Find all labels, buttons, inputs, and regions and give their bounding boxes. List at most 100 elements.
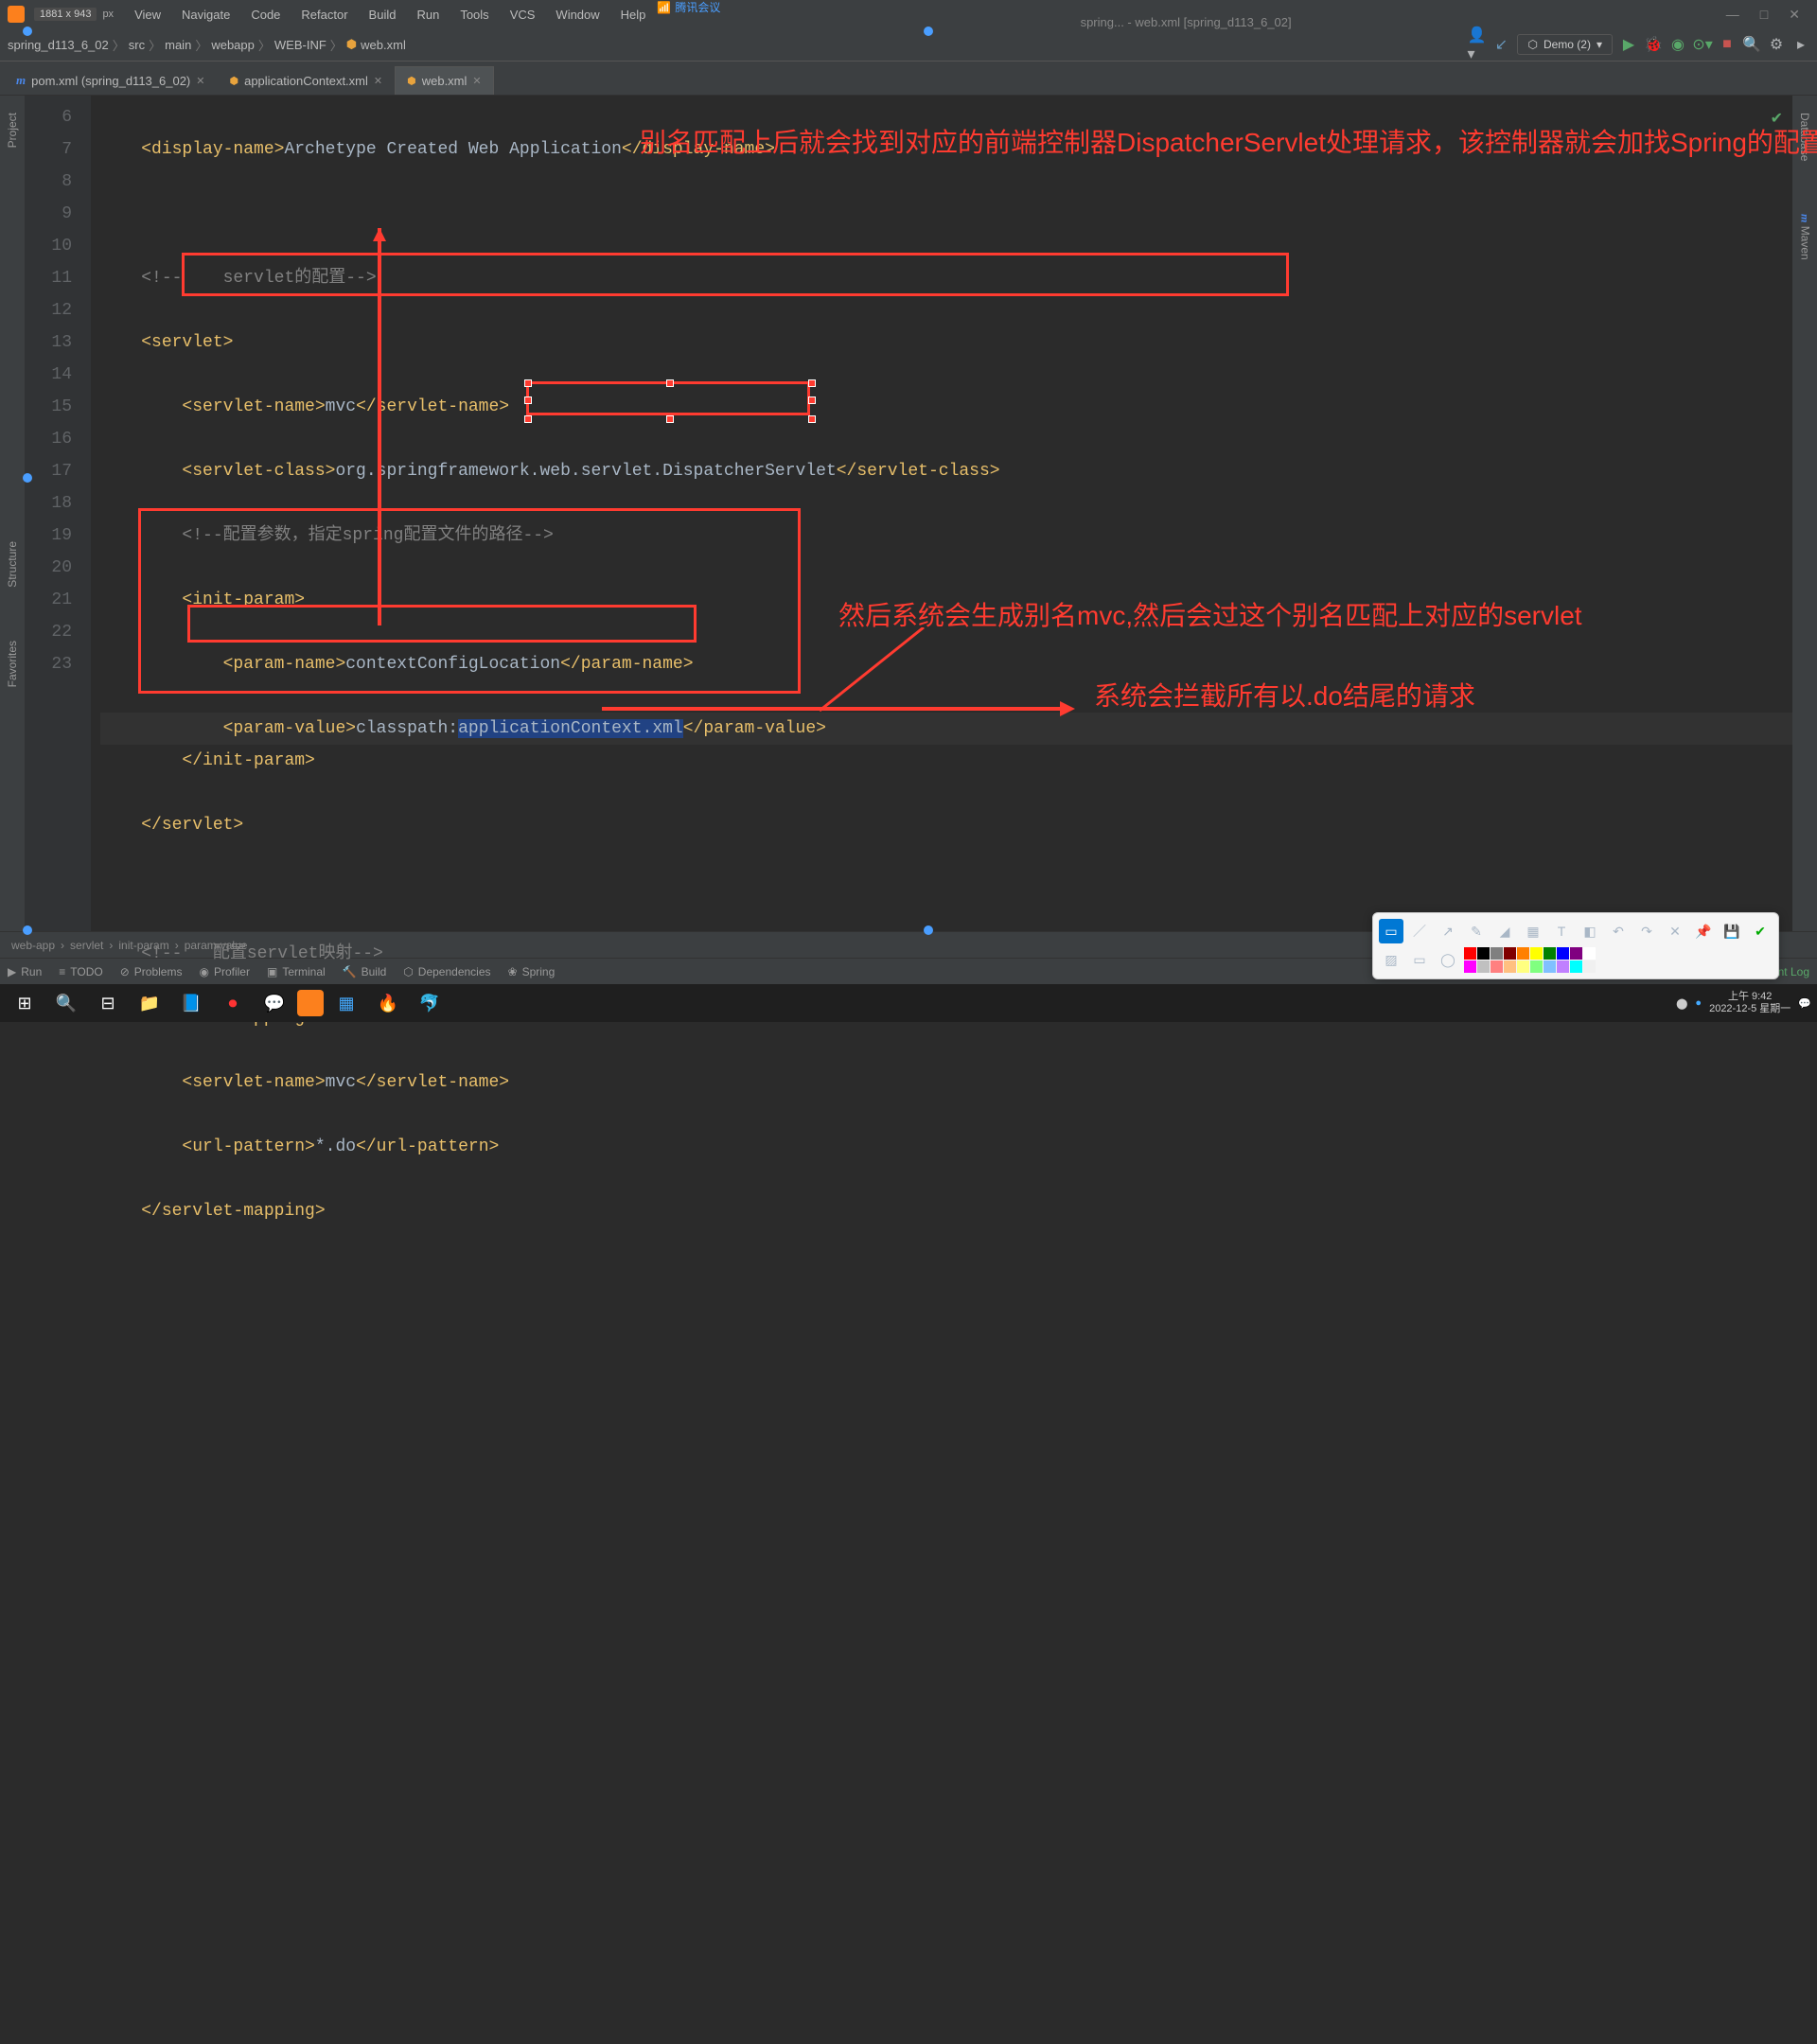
crop-handle-icon[interactable] [924,925,933,935]
minimize-button[interactable]: — [1717,7,1749,22]
color-swatch[interactable] [1583,947,1596,960]
run-tool[interactable]: ▶ Run [8,965,42,978]
close-icon[interactable]: ✕ [472,75,481,87]
eraser-tool-icon[interactable]: ◧ [1578,919,1602,943]
menu-help[interactable]: Help [611,4,656,26]
favorites-tool-tab[interactable]: Favorites [4,633,21,695]
save-icon[interactable]: 💾 [1720,919,1744,943]
menu-navigate[interactable]: Navigate [172,4,239,26]
mosaic-tool-icon[interactable]: ▦ [1521,919,1545,943]
crop-handle-icon[interactable] [924,26,933,36]
breadcrumb-item[interactable]: spring_d113_6_02 [8,38,109,52]
color-swatch[interactable] [1530,947,1543,960]
crop-handle-icon[interactable] [23,473,32,483]
code-editor[interactable]: <display-name>Archetype Created Web Appl… [91,96,1792,931]
undo-icon[interactable]: ↶ [1606,919,1631,943]
search-icon[interactable]: 🔍 [1743,36,1760,53]
run-config-dropdown[interactable]: ⬡ Demo (2) ▾ [1517,34,1613,55]
color-swatch[interactable] [1570,960,1582,973]
selection-handle[interactable] [524,379,532,387]
notification-icon[interactable]: 💬 [1798,997,1811,1010]
crop-handle-icon[interactable] [23,925,32,935]
highlighter-tool-icon[interactable]: ◢ [1492,919,1517,943]
menu-refactor[interactable]: Refactor [291,4,357,26]
maximize-button[interactable]: □ [1751,7,1777,22]
tray-icon[interactable]: ⬤ [1676,997,1687,1010]
task-view-icon[interactable]: ⊟ [89,986,127,1020]
crop-handle-icon[interactable] [23,26,32,36]
menu-window[interactable]: Window [546,4,609,26]
color-swatch[interactable] [1544,947,1556,960]
intellij-icon[interactable] [297,990,324,1016]
color-swatch[interactable] [1477,947,1490,960]
user-icon[interactable]: 👤▾ [1468,36,1485,53]
tab-webxml[interactable]: ⬢web.xml✕ [395,66,494,95]
breadcrumb-item[interactable]: main [165,38,191,52]
menu-build[interactable]: Build [360,4,406,26]
selection-handle[interactable] [524,396,532,404]
ellipse-shape-icon[interactable]: ◯ [1436,947,1460,972]
color-swatch[interactable] [1504,947,1516,960]
color-swatch[interactable] [1504,960,1516,973]
build-icon[interactable]: ↙ [1492,36,1509,53]
redo-icon[interactable]: ↷ [1634,919,1659,943]
color-palette[interactable] [1464,947,1596,973]
color-swatch[interactable] [1570,947,1582,960]
color-swatch[interactable] [1557,947,1569,960]
menu-view[interactable]: View [125,4,170,26]
cancel-icon[interactable]: ✕ [1663,919,1687,943]
coverage-icon[interactable]: ◉ [1669,36,1686,53]
pin-icon[interactable]: 📌 [1691,919,1716,943]
pen-tool-icon[interactable]: ✎ [1464,919,1489,943]
settings-icon[interactable]: ⚙ [1768,36,1785,53]
color-swatch[interactable] [1530,960,1543,973]
inspection-ok-icon[interactable]: ✔ [1771,103,1783,135]
tray-icon[interactable]: ● [1695,997,1702,1009]
debug-icon[interactable]: 🐞 [1645,36,1662,53]
maven-tool-tab[interactable]: m Maven [1796,206,1814,268]
breadcrumb-item[interactable]: WEB-INF [274,38,326,52]
selection-handle[interactable] [666,415,674,423]
color-swatch[interactable] [1464,960,1476,973]
app-icon[interactable]: 🔥 [369,986,407,1020]
more-icon[interactable]: ▸ [1792,36,1809,53]
color-swatch[interactable] [1491,960,1503,973]
breadcrumb-item[interactable]: src [129,38,145,52]
menu-tools[interactable]: Tools [450,4,498,26]
color-swatch[interactable] [1557,960,1569,973]
fill-tool-icon[interactable]: ▨ [1379,947,1403,972]
selection-handle[interactable] [666,379,674,387]
close-icon[interactable]: ✕ [374,75,382,87]
breadcrumb-item[interactable]: web-app [11,939,55,952]
text-tool-icon[interactable]: T [1549,919,1574,943]
selection-handle[interactable] [808,396,816,404]
notepad-icon[interactable]: 📘 [172,986,210,1020]
menu-vcs[interactable]: VCS [501,4,545,26]
close-icon[interactable]: ✕ [196,75,204,87]
breadcrumb-item[interactable]: servlet [70,939,103,952]
project-tool-tab[interactable]: Project [4,105,21,155]
arrow-tool-icon[interactable]: ↗ [1436,919,1460,943]
profile-icon[interactable]: ⊙▾ [1694,36,1711,53]
breadcrumb-item[interactable]: web.xml [361,38,406,52]
app-icon[interactable]: 🐬 [411,986,449,1020]
taskbar-clock[interactable]: 上午 9:42 2022-12-5 星期一 [1709,991,1791,1015]
selection-handle[interactable] [808,415,816,423]
menu-code[interactable]: Code [241,4,290,26]
confirm-icon[interactable]: ✔ [1748,919,1773,943]
color-swatch[interactable] [1583,960,1596,973]
rect-tool-icon[interactable]: ▭ [1379,919,1403,943]
search-taskbar-icon[interactable]: 🔍 [47,986,85,1020]
line-tool-icon[interactable]: ／ [1407,919,1432,943]
wechat-icon[interactable]: 💬 [256,986,293,1020]
explorer-icon[interactable]: 📁 [131,986,168,1020]
tencent-meeting-icon[interactable]: ▦ [327,986,365,1020]
tab-appcontext[interactable]: ⬢applicationContext.xml✕ [217,66,395,95]
color-swatch[interactable] [1517,947,1529,960]
color-swatch[interactable] [1464,947,1476,960]
rect-shape-icon[interactable]: ▭ [1407,947,1432,972]
close-button[interactable]: ✕ [1779,7,1809,23]
color-swatch[interactable] [1491,947,1503,960]
run-icon[interactable]: ▶ [1620,36,1637,53]
start-button[interactable]: ⊞ [6,986,44,1020]
